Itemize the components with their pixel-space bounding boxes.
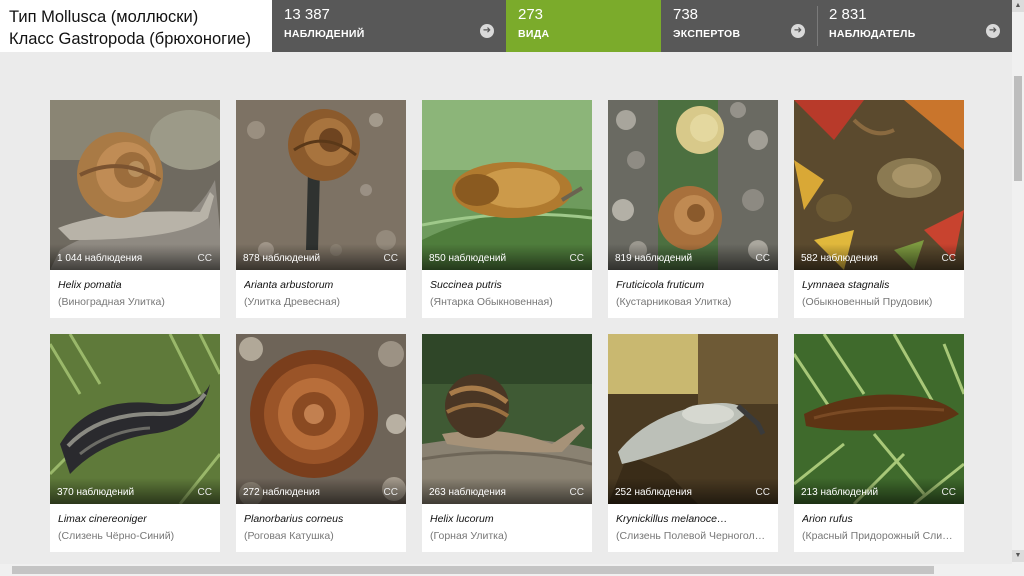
license-badge: CC	[755, 487, 770, 498]
common-name: (Слизень Полевой Черногол…	[616, 530, 766, 542]
species-caption: Arion rufus (Красный Придорожный Сли…	[794, 504, 964, 542]
scrollbar-thumb[interactable]	[1014, 76, 1022, 181]
species-caption: Krynickillus melanoce… (Слизень Полевой …	[608, 504, 778, 542]
species-card[interactable]: 252 наблюдения CC Krynickillus melanoce……	[608, 334, 778, 552]
arrow-right-icon[interactable]: ➜	[480, 24, 494, 38]
species-card[interactable]: 878 наблюдений CC Arianta arbustorum (Ул…	[236, 100, 406, 318]
taxon-phylum: Тип Mollusca (моллюски)	[9, 8, 199, 26]
common-name: (Виноградная Улитка)	[58, 296, 165, 308]
scroll-down-icon[interactable]: ▼	[1012, 550, 1024, 562]
observation-count: 1 044 наблюдения	[57, 253, 143, 264]
top-header: Тип Mollusca (моллюски) Класс Gastropoda…	[0, 0, 1012, 52]
observation-count: 819 наблюдений	[615, 253, 693, 264]
species-caption: Helix pomatia (Виноградная Улитка)	[50, 270, 220, 308]
species-card[interactable]: 213 наблюдений CC Arion rufus (Красный П…	[794, 334, 964, 552]
scientific-name[interactable]: Limax cinereoniger	[58, 513, 220, 525]
species-photo[interactable]: 850 наблюдений CC	[422, 100, 592, 270]
species-card[interactable]: 582 наблюдения CC Lymnaea stagnalis (Обы…	[794, 100, 964, 318]
license-badge: CC	[383, 253, 398, 264]
species-photo[interactable]: 819 наблюдений CC	[608, 100, 778, 270]
scientific-name[interactable]: Helix lucorum	[430, 513, 592, 525]
stat-species-label: ВИДА	[518, 28, 550, 40]
common-name: (Обыкновенный Прудовик)	[802, 296, 933, 308]
stat-observations[interactable]: 13 387 НАБЛЮДЕНИЙ ➜	[272, 0, 506, 52]
observation-count: 252 наблюдения	[615, 487, 692, 498]
stat-species-value: 273	[518, 6, 544, 23]
species-card[interactable]: 819 наблюдений CC Fruticicola fruticum (…	[608, 100, 778, 318]
license-badge: CC	[569, 253, 584, 264]
scientific-name[interactable]: Arianta arbustorum	[244, 279, 406, 291]
species-photo[interactable]: 878 наблюдений CC	[236, 100, 406, 270]
species-photo[interactable]: 213 наблюдений CC	[794, 334, 964, 504]
arrow-right-icon[interactable]: ➜	[986, 24, 1000, 38]
observation-count: 272 наблюдения	[243, 487, 320, 498]
scientific-name[interactable]: Krynickillus melanoce…	[616, 513, 778, 525]
observation-count: 370 наблюдений	[57, 487, 135, 498]
scientific-name[interactable]: Fruticicola fruticum	[616, 279, 778, 291]
divider	[817, 6, 818, 46]
species-card[interactable]: 272 наблюдения CC Planorbarius corneus (…	[236, 334, 406, 552]
species-caption: Helix lucorum (Горная Улитка)	[422, 504, 592, 542]
stat-experts-value: 738	[673, 6, 699, 23]
scientific-name[interactable]: Lymnaea stagnalis	[802, 279, 964, 291]
license-badge: CC	[197, 487, 212, 498]
observation-count: 213 наблюдений	[801, 487, 879, 498]
horizontal-scrollbar[interactable]	[0, 564, 1012, 576]
stat-observers-value: 2 831	[829, 6, 867, 23]
taxon-title: Тип Mollusca (моллюски) Класс Gastropoda…	[0, 0, 272, 52]
common-name: (Кустарниковая Улитка)	[616, 296, 732, 308]
stat-species[interactable]: 273 ВИДА	[506, 0, 661, 52]
arrow-right-icon[interactable]: ➜	[791, 24, 805, 38]
common-name: (Слизень Чёрно-Синий)	[58, 530, 175, 542]
observation-count: 850 наблюдений	[429, 253, 507, 264]
license-badge: CC	[383, 487, 398, 498]
taxon-class: Класс Gastropoda (брюхоногие)	[9, 30, 252, 48]
common-name: (Роговая Катушка)	[244, 530, 334, 542]
species-card[interactable]: 370 наблюдений CC Limax cinereoniger (Сл…	[50, 334, 220, 552]
stat-observers-label: НАБЛЮДАТЕЛЬ	[829, 28, 916, 40]
observation-count: 582 наблюдения	[801, 253, 878, 264]
common-name: (Улитка Древесная)	[244, 296, 341, 308]
stat-observers[interactable]: 2 831 НАБЛЮДАТЕЛЬ ➜	[817, 0, 1012, 52]
species-photo[interactable]: 263 наблюдения CC	[422, 334, 592, 504]
scroll-up-icon[interactable]: ▲	[1012, 0, 1024, 12]
species-grid: 1 044 наблюдения CC Helix pomatia (Виног…	[50, 100, 964, 552]
vertical-scrollbar[interactable]: ▲ ▼	[1012, 0, 1024, 576]
species-photo[interactable]: 272 наблюдения CC	[236, 334, 406, 504]
stat-observations-value: 13 387	[284, 6, 330, 23]
scientific-name[interactable]: Arion rufus	[802, 513, 964, 525]
stat-observations-label: НАБЛЮДЕНИЙ	[284, 28, 365, 40]
license-badge: CC	[197, 253, 212, 264]
scientific-name[interactable]: Succinea putris	[430, 279, 592, 291]
species-photo[interactable]: 1 044 наблюдения CC	[50, 100, 220, 270]
species-photo[interactable]: 252 наблюдения CC	[608, 334, 778, 504]
common-name: (Красный Придорожный Сли…	[802, 530, 953, 542]
stat-experts[interactable]: 738 ЭКСПЕРТОВ ➜	[661, 0, 817, 52]
scrollbar-thumb[interactable]	[12, 566, 934, 574]
license-badge: CC	[755, 253, 770, 264]
observation-count: 878 наблюдений	[243, 253, 321, 264]
license-badge: CC	[569, 487, 584, 498]
observation-count: 263 наблюдения	[429, 487, 506, 498]
species-caption: Limax cinereoniger (Слизень Чёрно-Синий)	[50, 504, 220, 542]
species-card[interactable]: 263 наблюдения CC Helix lucorum (Горная …	[422, 334, 592, 552]
species-caption: Planorbarius corneus (Роговая Катушка)	[236, 504, 406, 542]
species-caption: Succinea putris (Янтарка Обыкновенная)	[422, 270, 592, 308]
species-photo[interactable]: 370 наблюдений CC	[50, 334, 220, 504]
scientific-name[interactable]: Helix pomatia	[58, 279, 220, 291]
license-badge: CC	[941, 487, 956, 498]
common-name: (Горная Улитка)	[430, 530, 508, 542]
species-photo[interactable]: 582 наблюдения CC	[794, 100, 964, 270]
common-name: (Янтарка Обыкновенная)	[430, 296, 553, 308]
species-caption: Arianta arbustorum (Улитка Древесная)	[236, 270, 406, 308]
species-card[interactable]: 850 наблюдений CC Succinea putris (Янтар…	[422, 100, 592, 318]
species-card[interactable]: 1 044 наблюдения CC Helix pomatia (Виног…	[50, 100, 220, 318]
license-badge: CC	[941, 253, 956, 264]
scientific-name[interactable]: Planorbarius corneus	[244, 513, 406, 525]
species-caption: Lymnaea stagnalis (Обыкновенный Прудовик…	[794, 270, 964, 308]
species-caption: Fruticicola fruticum (Кустарниковая Улит…	[608, 270, 778, 308]
